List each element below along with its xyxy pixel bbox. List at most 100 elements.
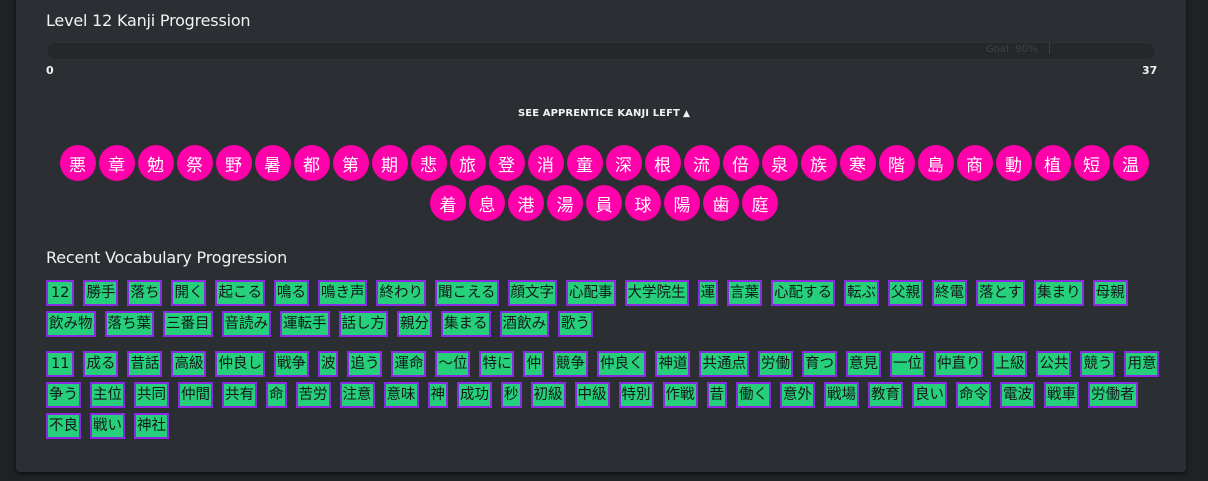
vocab-item[interactable]: 良い xyxy=(912,382,947,408)
vocab-item[interactable]: 命 xyxy=(266,382,287,408)
vocab-item[interactable]: 神 xyxy=(427,382,448,408)
vocab-item[interactable]: 勝手 xyxy=(83,280,119,306)
vocab-item[interactable]: 成功 xyxy=(457,382,492,408)
vocab-item[interactable]: 共通点 xyxy=(699,351,749,377)
vocab-item[interactable]: 育つ xyxy=(801,351,837,377)
kanji-badge[interactable]: 寒 xyxy=(839,145,876,181)
vocab-item[interactable]: 苦労 xyxy=(295,382,331,408)
kanji-badge[interactable]: 球 xyxy=(625,185,661,221)
vocab-item[interactable]: 歌う xyxy=(558,311,593,337)
kanji-badge[interactable]: 歯 xyxy=(703,185,739,221)
vocab-item[interactable]: 高級 xyxy=(171,351,207,377)
vocab-item[interactable]: 〜位 xyxy=(435,351,471,377)
vocab-item[interactable]: 成る xyxy=(83,351,119,377)
vocab-item[interactable]: 労働 xyxy=(757,351,793,377)
kanji-badge[interactable]: 童 xyxy=(566,145,603,181)
vocab-item[interactable]: 意見 xyxy=(845,351,881,377)
vocab-item[interactable]: 仲良し xyxy=(215,351,265,377)
kanji-badge[interactable]: 第 xyxy=(332,145,369,181)
vocab-item[interactable]: 公共 xyxy=(1036,351,1072,377)
vocab-item[interactable]: 言葉 xyxy=(727,280,763,306)
kanji-badge[interactable]: 登 xyxy=(488,145,525,181)
vocab-item[interactable]: 教育 xyxy=(868,382,903,408)
vocab-item[interactable]: 電波 xyxy=(1000,382,1035,408)
kanji-badge[interactable]: 期 xyxy=(371,145,408,181)
vocab-item[interactable]: 集まる xyxy=(441,311,491,337)
vocab-item[interactable]: 中級 xyxy=(574,382,610,408)
vocab-item[interactable]: 大学院生 xyxy=(624,280,689,306)
vocab-item[interactable]: 鳴る xyxy=(273,280,309,306)
vocab-item[interactable]: 開く xyxy=(171,280,207,306)
kanji-badge[interactable]: 動 xyxy=(995,145,1032,181)
vocab-item[interactable]: 仲良く xyxy=(596,351,647,377)
vocab-item[interactable]: 働く xyxy=(736,382,771,408)
kanji-badge[interactable]: 港 xyxy=(508,185,544,221)
vocab-item[interactable]: 秒 xyxy=(501,382,522,408)
vocab-item[interactable]: 落とす xyxy=(976,280,1026,306)
kanji-badge[interactable]: 野 xyxy=(215,145,252,181)
vocab-item[interactable]: 戦い xyxy=(90,413,125,439)
kanji-badge[interactable]: 深 xyxy=(605,145,642,181)
vocab-item[interactable]: 労働者 xyxy=(1088,382,1138,408)
kanji-badge[interactable]: 温 xyxy=(1112,145,1149,181)
kanji-badge[interactable]: 勉 xyxy=(137,145,174,181)
vocab-item[interactable]: 初級 xyxy=(530,382,566,408)
kanji-badge[interactable]: 根 xyxy=(644,145,681,181)
vocab-item[interactable]: 集まり xyxy=(1034,280,1084,306)
kanji-badge[interactable]: 族 xyxy=(800,145,837,181)
vocab-item[interactable]: 用意 xyxy=(1124,351,1160,377)
kanji-badge[interactable]: 旅 xyxy=(449,145,486,181)
kanji-badge[interactable]: 植 xyxy=(1034,145,1071,181)
vocab-item[interactable]: 親分 xyxy=(397,311,432,337)
vocab-item[interactable]: 転ぶ xyxy=(844,280,880,306)
vocab-item[interactable]: 仲間 xyxy=(178,382,213,408)
vocab-item[interactable]: 昔 xyxy=(706,382,727,408)
kanji-badge[interactable]: 息 xyxy=(469,185,505,221)
vocab-item[interactable]: 落ち xyxy=(127,280,163,306)
kanji-badge[interactable]: 消 xyxy=(527,145,564,181)
vocab-item[interactable]: 波 xyxy=(317,351,339,377)
vocab-item[interactable]: 音読み xyxy=(221,311,271,337)
kanji-badge[interactable]: 湯 xyxy=(547,185,583,221)
vocab-item[interactable]: 意外 xyxy=(780,382,815,408)
kanji-badge[interactable]: 暑 xyxy=(254,145,291,181)
vocab-item[interactable]: 仲直り xyxy=(933,351,984,377)
vocab-item[interactable]: 神道 xyxy=(655,351,691,377)
vocab-item[interactable]: 運 xyxy=(697,280,719,306)
kanji-badge[interactable]: 員 xyxy=(586,185,622,221)
vocab-item[interactable]: 鳴き声 xyxy=(317,280,368,306)
vocab-item[interactable]: 飲み物 xyxy=(46,311,96,337)
kanji-badge[interactable]: 泉 xyxy=(761,145,798,181)
kanji-badge[interactable]: 祭 xyxy=(176,145,213,181)
kanji-badge[interactable]: 庭 xyxy=(742,185,778,221)
kanji-badge[interactable]: 島 xyxy=(917,145,954,181)
vocab-item[interactable]: 酒飲み xyxy=(499,311,549,337)
vocab-item[interactable]: 話し方 xyxy=(338,311,388,337)
vocab-item[interactable]: 戦場 xyxy=(824,382,859,408)
kanji-badge[interactable]: 流 xyxy=(683,145,720,181)
vocab-item[interactable]: 運命 xyxy=(391,351,427,377)
vocab-item[interactable]: 意味 xyxy=(383,382,419,408)
vocab-item[interactable]: 戦争 xyxy=(273,351,309,377)
vocab-item[interactable]: 作戦 xyxy=(662,382,698,408)
vocab-item[interactable]: 不良 xyxy=(46,413,81,439)
kanji-badge[interactable]: 悪 xyxy=(59,145,96,181)
vocab-item[interactable]: 注意 xyxy=(339,382,375,408)
kanji-badge[interactable]: 都 xyxy=(293,145,330,181)
vocab-item[interactable]: 顔文字 xyxy=(507,280,558,306)
vocab-item[interactable]: 心配事 xyxy=(566,280,616,306)
vocab-item[interactable]: 運転手 xyxy=(280,311,330,337)
vocab-item[interactable]: 一位 xyxy=(889,351,925,377)
vocab-item[interactable]: 母親 xyxy=(1092,280,1128,306)
vocab-item[interactable]: 聞こえる xyxy=(434,280,499,306)
see-apprentice-kanji-toggle[interactable]: SEE APPRENTICE KANJI LEFT ▲ xyxy=(0,108,1208,119)
vocab-item[interactable]: 戦車 xyxy=(1044,382,1079,408)
vocab-item[interactable]: 終わり xyxy=(376,280,426,306)
vocab-item[interactable]: 特に xyxy=(479,351,515,377)
vocab-item[interactable]: 昔話 xyxy=(127,351,163,377)
vocab-item[interactable]: 特別 xyxy=(618,382,654,408)
vocab-item[interactable]: 父親 xyxy=(888,280,924,306)
vocab-item[interactable]: 競う xyxy=(1080,351,1116,377)
kanji-badge[interactable]: 章 xyxy=(98,145,135,181)
kanji-badge[interactable]: 悲 xyxy=(410,145,447,181)
